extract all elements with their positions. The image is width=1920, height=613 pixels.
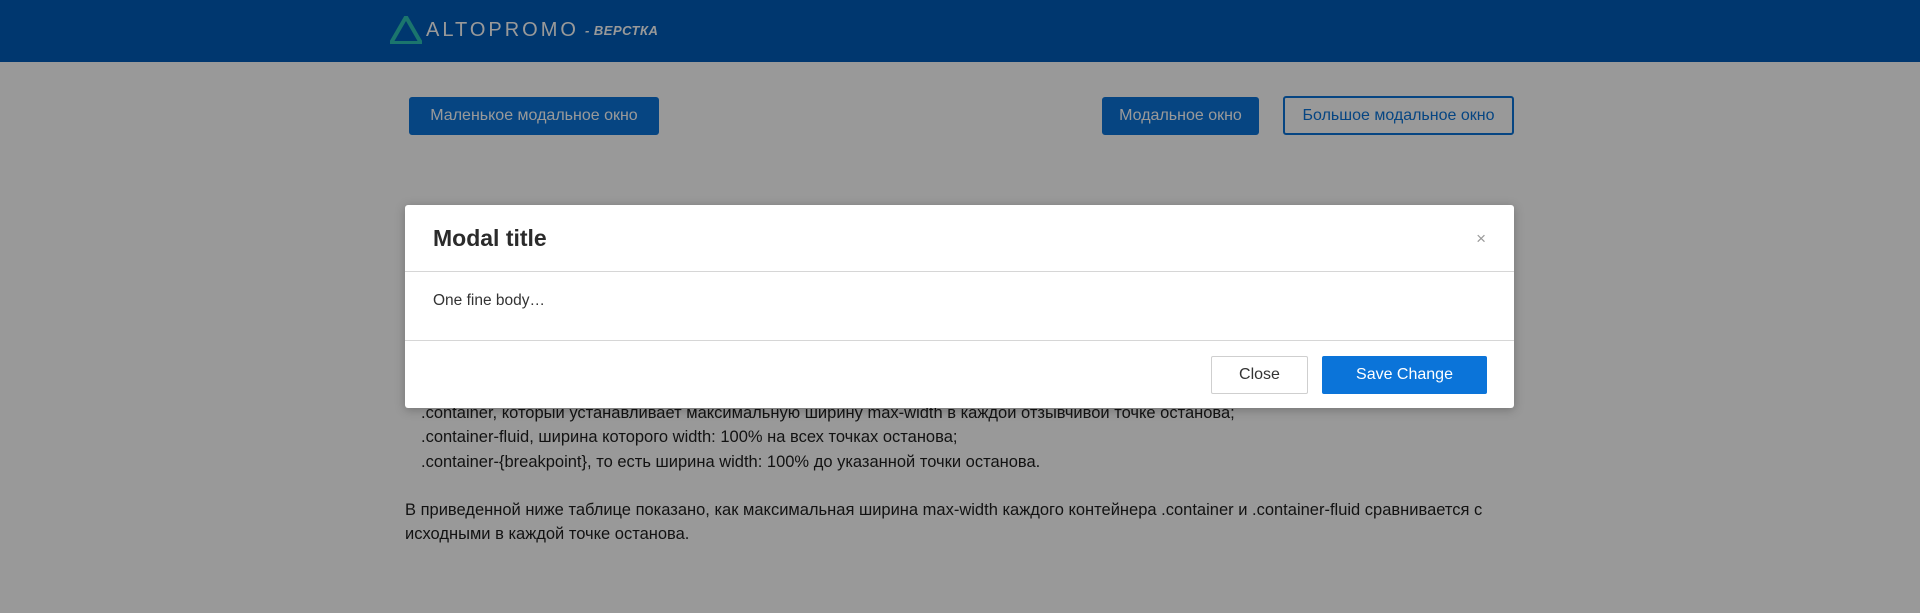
modal-body-text: One fine body… xyxy=(433,292,546,309)
modal-dialog: Modal title × One fine body… Close Save … xyxy=(405,205,1514,408)
modal-body: One fine body… xyxy=(405,271,1514,341)
save-change-button[interactable]: Save Change xyxy=(1322,356,1487,394)
modal-header: Modal title × xyxy=(405,205,1514,272)
close-button[interactable]: Close xyxy=(1211,356,1308,394)
modal-title: Modal title xyxy=(433,225,547,251)
close-icon[interactable]: × xyxy=(1476,229,1486,249)
